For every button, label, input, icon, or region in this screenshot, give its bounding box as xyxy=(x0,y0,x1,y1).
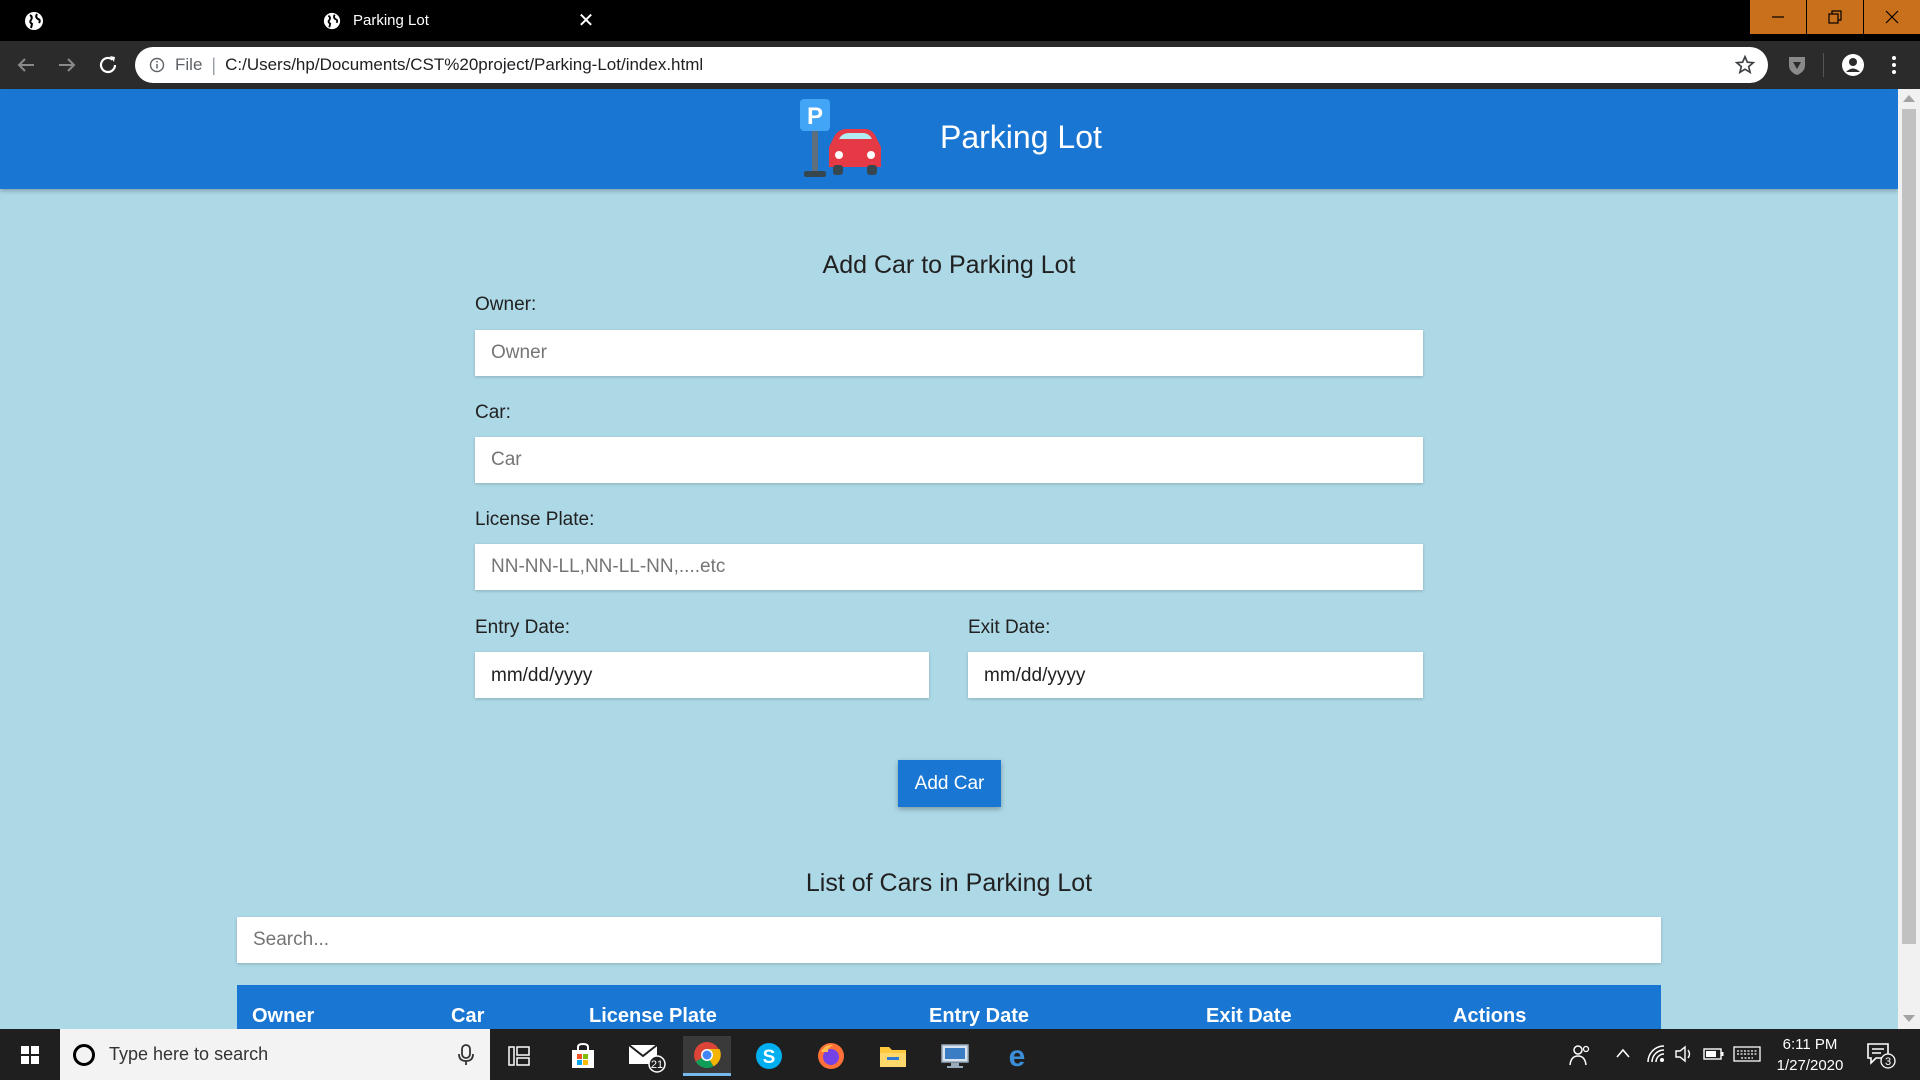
license-plate-label: License Plate: xyxy=(475,509,595,530)
keyboard-icon[interactable] xyxy=(1733,1043,1761,1065)
globe-icon xyxy=(323,12,341,29)
shield-extension-icon[interactable] xyxy=(1785,53,1809,77)
owner-input[interactable] xyxy=(475,330,1423,376)
tab-title: Parking Lot xyxy=(353,12,429,29)
profile-avatar-icon[interactable] xyxy=(1841,53,1865,77)
table-header: Owner Car License Plate Entry Date Exit … xyxy=(237,985,1661,1029)
taskbar-search-box[interactable]: Type here to search xyxy=(60,1029,490,1080)
taskbar-app-skype[interactable]: S xyxy=(745,1036,793,1076)
microphone-icon[interactable] xyxy=(456,1043,476,1067)
mail-icon: 21 xyxy=(628,1044,666,1073)
restore-button[interactable] xyxy=(1806,0,1863,34)
form-title: Add Car to Parking Lot xyxy=(822,251,1076,279)
exit-date-value: mm/dd/yyyy xyxy=(984,665,1086,686)
tab-close-icon[interactable]: ✕ xyxy=(571,11,601,31)
scroll-up-icon[interactable] xyxy=(1903,95,1915,102)
clock-date: 1/27/2020 xyxy=(1776,1057,1844,1074)
license-plate-input[interactable] xyxy=(475,544,1423,590)
column-header-owner[interactable]: Owner xyxy=(252,1005,314,1028)
scrollbar-thumb[interactable] xyxy=(1902,109,1916,944)
forward-arrow-icon[interactable] xyxy=(55,53,79,77)
logo-letter: P xyxy=(807,103,823,130)
entry-date-value: mm/dd/yyyy xyxy=(491,665,593,686)
menu-kebab-icon[interactable] xyxy=(1882,53,1906,77)
store-bag-icon xyxy=(572,1042,594,1068)
taskbar-app-mail[interactable]: 21 xyxy=(622,1036,670,1076)
column-header-exit-date[interactable]: Exit Date xyxy=(1206,1005,1292,1028)
address-separator: | xyxy=(211,54,217,75)
taskbar-app-chrome[interactable] xyxy=(683,1036,731,1076)
scroll-down-icon[interactable] xyxy=(1903,1015,1915,1022)
taskbar-search-placeholder: Type here to search xyxy=(109,1044,269,1064)
back-arrow-icon[interactable] xyxy=(14,53,38,77)
owner-label: Owner: xyxy=(475,294,537,315)
edge-icon: e xyxy=(1009,1042,1026,1070)
taskbar-clock[interactable]: 6:11 PM 1/27/2020 xyxy=(1765,1034,1855,1076)
add-car-button[interactable]: Add Car xyxy=(898,760,1001,807)
volume-icon[interactable] xyxy=(1673,1043,1695,1065)
firefox-icon xyxy=(818,1043,844,1069)
page-header: P Parking Lot xyxy=(0,89,1898,189)
restore-icon xyxy=(1828,10,1842,24)
battery-icon[interactable] xyxy=(1702,1043,1726,1065)
taskbar-app-file-explorer[interactable] xyxy=(869,1036,917,1076)
column-header-entry-date[interactable]: Entry Date xyxy=(929,1005,1029,1028)
browser-toolbar: File | C:/Users/hp/Documents/CST%20proje… xyxy=(0,41,1920,89)
window-controls xyxy=(1749,0,1920,34)
column-header-car[interactable]: Car xyxy=(451,1005,484,1028)
address-url[interactable]: C:/Users/hp/Documents/CST%20project/Park… xyxy=(225,55,1734,75)
minimize-icon xyxy=(1772,16,1784,18)
close-window-button[interactable] xyxy=(1863,0,1920,34)
clock-time: 6:11 PM xyxy=(1782,1036,1838,1053)
svg-text:S: S xyxy=(763,1047,776,1068)
column-header-actions[interactable]: Actions xyxy=(1453,1005,1526,1028)
folder-icon xyxy=(880,1047,906,1067)
browser-title-bar: Parking Lot ✕ xyxy=(0,0,1920,41)
wifi-icon[interactable] xyxy=(1645,1043,1667,1065)
car-label: Car: xyxy=(475,402,511,423)
entry-date-input[interactable]: mm/dd/yyyy xyxy=(475,652,929,698)
windows-start-icon[interactable] xyxy=(10,1038,50,1072)
list-title: List of Cars in Parking Lot xyxy=(805,869,1093,897)
exit-date-label: Exit Date: xyxy=(968,617,1051,638)
bookmark-star-icon[interactable] xyxy=(1734,54,1756,76)
remote-desktop-icon xyxy=(941,1044,969,1068)
skype-icon: S xyxy=(756,1043,782,1069)
exit-date-input[interactable]: mm/dd/yyyy xyxy=(968,652,1423,698)
windows-taskbar: Type here to search 21 S e 6:11 PM 1/27/… xyxy=(0,1029,1920,1080)
search-input[interactable] xyxy=(237,917,1661,963)
car-input[interactable] xyxy=(475,437,1423,483)
task-view-button[interactable] xyxy=(495,1036,543,1076)
svg-text:e: e xyxy=(1009,1042,1026,1070)
tab-parking-lot[interactable]: Parking Lot ✕ xyxy=(305,0,605,41)
taskbar-app-remote-desktop[interactable] xyxy=(931,1036,979,1076)
parking-car-logo: P xyxy=(800,99,881,177)
taskbar-app-store[interactable] xyxy=(559,1036,607,1076)
notification-count: 3 xyxy=(1885,1056,1891,1068)
people-icon[interactable] xyxy=(1568,1043,1592,1067)
info-icon[interactable] xyxy=(149,57,165,73)
tray-chevron-up-icon[interactable] xyxy=(1614,1043,1632,1065)
header-title: Parking Lot xyxy=(940,119,1102,155)
reload-icon[interactable] xyxy=(96,53,120,77)
address-scheme-label: File xyxy=(175,55,203,74)
cortana-icon xyxy=(73,1043,95,1066)
entry-date-label: Entry Date: xyxy=(475,617,571,638)
close-icon xyxy=(1885,10,1899,24)
globe-icon[interactable] xyxy=(24,11,44,31)
minimize-button[interactable] xyxy=(1749,0,1806,34)
taskbar-app-firefox[interactable] xyxy=(807,1036,855,1076)
taskbar-app-edge[interactable]: e xyxy=(993,1036,1041,1076)
mail-badge: 21 xyxy=(651,1059,663,1071)
chrome-icon xyxy=(694,1041,721,1068)
task-view-icon xyxy=(508,1046,530,1066)
page-scrollbar[interactable] xyxy=(1898,89,1920,1029)
notification-center-icon[interactable]: 3 xyxy=(1866,1041,1896,1069)
address-bar[interactable]: File | C:/Users/hp/Documents/CST%20proje… xyxy=(135,47,1768,83)
column-header-license-plate[interactable]: License Plate xyxy=(589,1005,717,1028)
toolbar-divider xyxy=(1823,53,1824,77)
